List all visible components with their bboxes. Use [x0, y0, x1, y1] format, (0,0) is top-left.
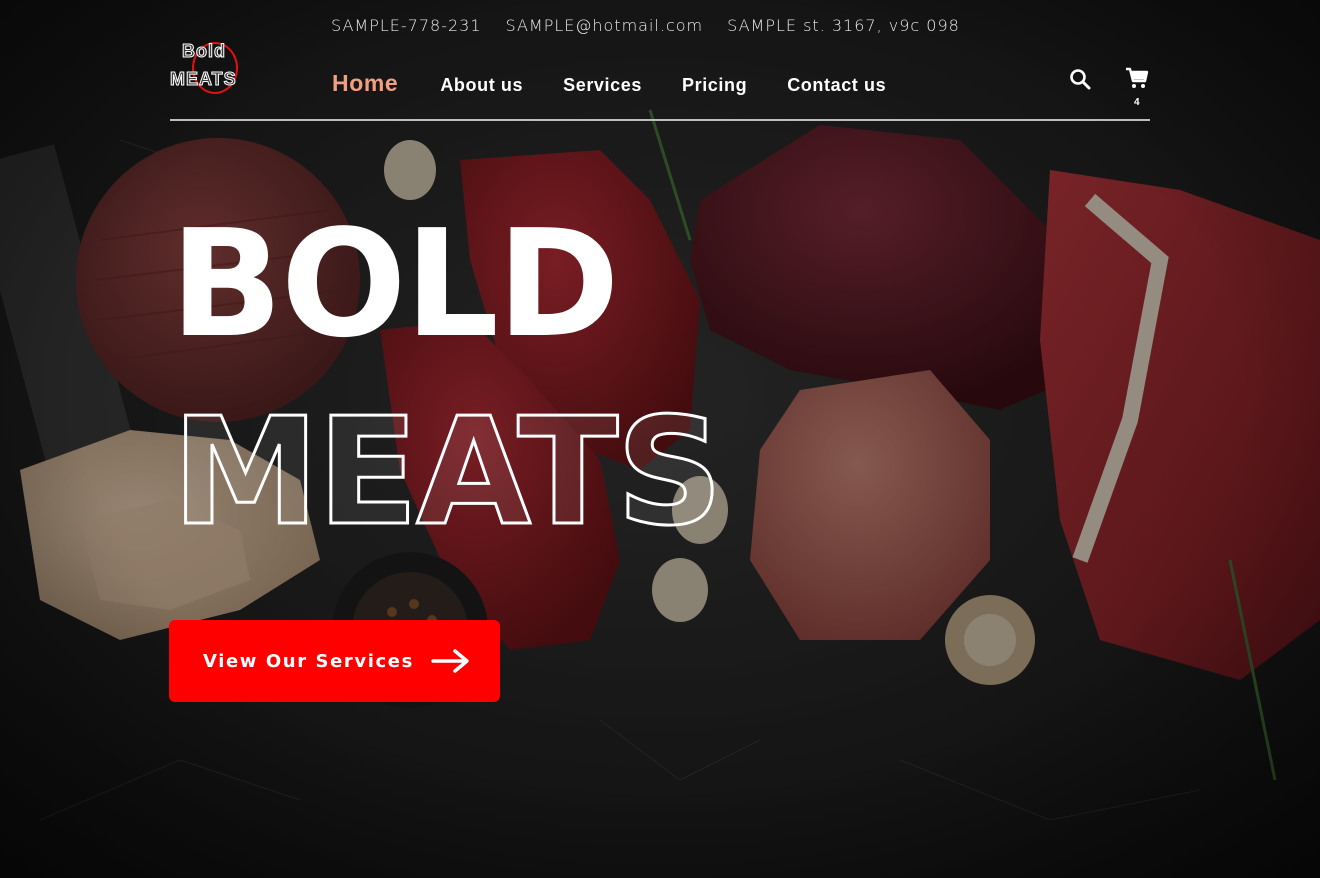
nav-contact-us[interactable]: Contact us [787, 75, 886, 96]
nav-pricing[interactable]: Pricing [682, 75, 747, 96]
main-nav: Home About us Services Pricing Contact u… [332, 70, 926, 97]
nav-home[interactable]: Home [332, 70, 398, 97]
contact-bar: SAMPLE-778-231 SAMPLE@hotmail.com SAMPLE… [331, 16, 960, 35]
nav-services[interactable]: Services [563, 75, 642, 96]
page: SAMPLE-778-231 SAMPLE@hotmail.com SAMPLE… [0, 0, 1320, 878]
cart-count-badge: 4 [1134, 97, 1140, 108]
hero-title-line1: BOLD [170, 198, 620, 370]
view-services-label: View Our Services [203, 650, 414, 672]
search-icon[interactable] [1068, 67, 1092, 91]
view-services-button[interactable]: View Our Services [169, 620, 500, 702]
logo-text-line2: MEATS [170, 69, 237, 90]
nav-about-us[interactable]: About us [440, 75, 523, 96]
arrow-right-icon [431, 649, 469, 673]
site-logo[interactable]: Bold MEATS [168, 38, 250, 100]
hero-title-line2: MEATS [171, 386, 725, 558]
header-divider [170, 119, 1150, 121]
email-address[interactable]: SAMPLE@hotmail.com [506, 16, 704, 35]
phone-number: SAMPLE-778-231 [331, 16, 482, 35]
logo-text-line1: Bold [182, 41, 226, 62]
cart-icon[interactable] [1124, 65, 1150, 91]
street-address: SAMPLE st. 3167, v9c 098 [727, 16, 960, 35]
